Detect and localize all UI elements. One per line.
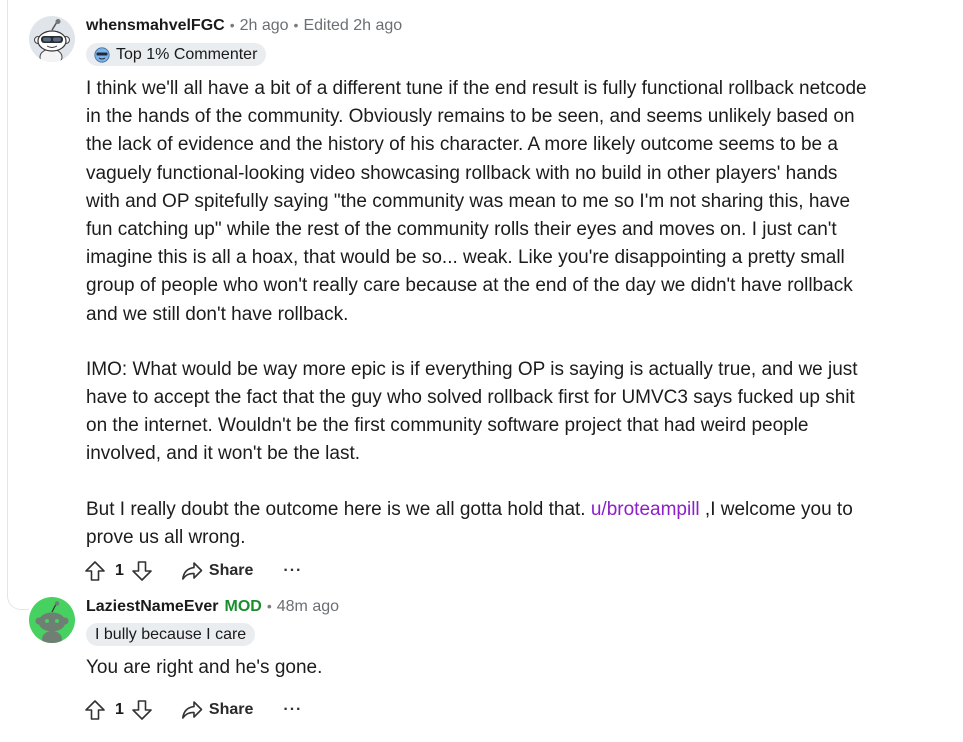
share-icon bbox=[181, 562, 203, 580]
sunglasses-icon bbox=[94, 46, 110, 63]
more-options-button[interactable]: ··· bbox=[283, 701, 302, 719]
username[interactable]: LaziestNameEver bbox=[86, 598, 219, 616]
edited-label: Edited 2h ago bbox=[303, 17, 403, 34]
username[interactable]: whensmahvelFGC bbox=[86, 17, 225, 35]
paragraph-text: But I really doubt the outcome here is w… bbox=[86, 498, 591, 520]
more-options-button[interactable]: ··· bbox=[283, 562, 302, 580]
snoo-avatar-icon bbox=[29, 16, 75, 62]
timestamp[interactable]: 48m ago bbox=[277, 598, 339, 616]
flair-text: Top 1% Commenter bbox=[116, 45, 258, 63]
downvote-icon[interactable] bbox=[131, 560, 153, 582]
separator-dot: • bbox=[293, 17, 299, 33]
comment-body: I think we'll all have a bit of a differ… bbox=[86, 75, 876, 552]
comment-paragraph: I think we'll all have a bit of a differ… bbox=[86, 78, 867, 325]
comment-actions: 1 Share ··· bbox=[84, 695, 302, 725]
downvote-icon[interactable] bbox=[131, 699, 153, 721]
share-label: Share bbox=[208, 701, 254, 718]
thread-line bbox=[7, 0, 8, 590]
comment-header: LaziestNameEver MOD • 48m ago bbox=[86, 598, 339, 616]
user-flair: Top 1% Commenter bbox=[86, 43, 267, 66]
comment-paragraph: You are right and he's gone. bbox=[86, 657, 323, 678]
separator-dot: • bbox=[229, 17, 235, 33]
avatar[interactable] bbox=[29, 16, 75, 62]
snoo-avatar-icon bbox=[29, 597, 75, 643]
mod-badge: MOD bbox=[224, 598, 262, 615]
comment-actions: 1 Share ··· bbox=[84, 556, 302, 586]
thread-connector bbox=[7, 580, 29, 610]
share-icon bbox=[181, 701, 203, 719]
upvote-icon[interactable] bbox=[84, 699, 106, 721]
separator-dot: • bbox=[266, 598, 272, 614]
avatar[interactable] bbox=[29, 597, 75, 643]
share-label: Share bbox=[208, 562, 254, 579]
comment-header: whensmahvelFGC • 2h ago • Edited 2h ago bbox=[86, 17, 402, 35]
share-button[interactable]: Share bbox=[181, 561, 253, 581]
user-mention-link[interactable]: u/broteampill bbox=[591, 499, 700, 520]
comment-paragraph: But I really doubt the outcome here is w… bbox=[86, 496, 876, 552]
comment-paragraph: IMO: What would be way more epic is if e… bbox=[86, 358, 858, 465]
comment-body: You are right and he's gone. bbox=[86, 654, 876, 682]
user-flair: I bully because I care bbox=[86, 623, 256, 646]
vote-count: 1 bbox=[115, 562, 124, 579]
share-button[interactable]: Share bbox=[181, 700, 253, 720]
flair-text: I bully because I care bbox=[95, 625, 247, 643]
timestamp[interactable]: 2h ago bbox=[240, 17, 289, 35]
upvote-icon[interactable] bbox=[84, 560, 106, 582]
vote-count: 1 bbox=[115, 701, 124, 718]
